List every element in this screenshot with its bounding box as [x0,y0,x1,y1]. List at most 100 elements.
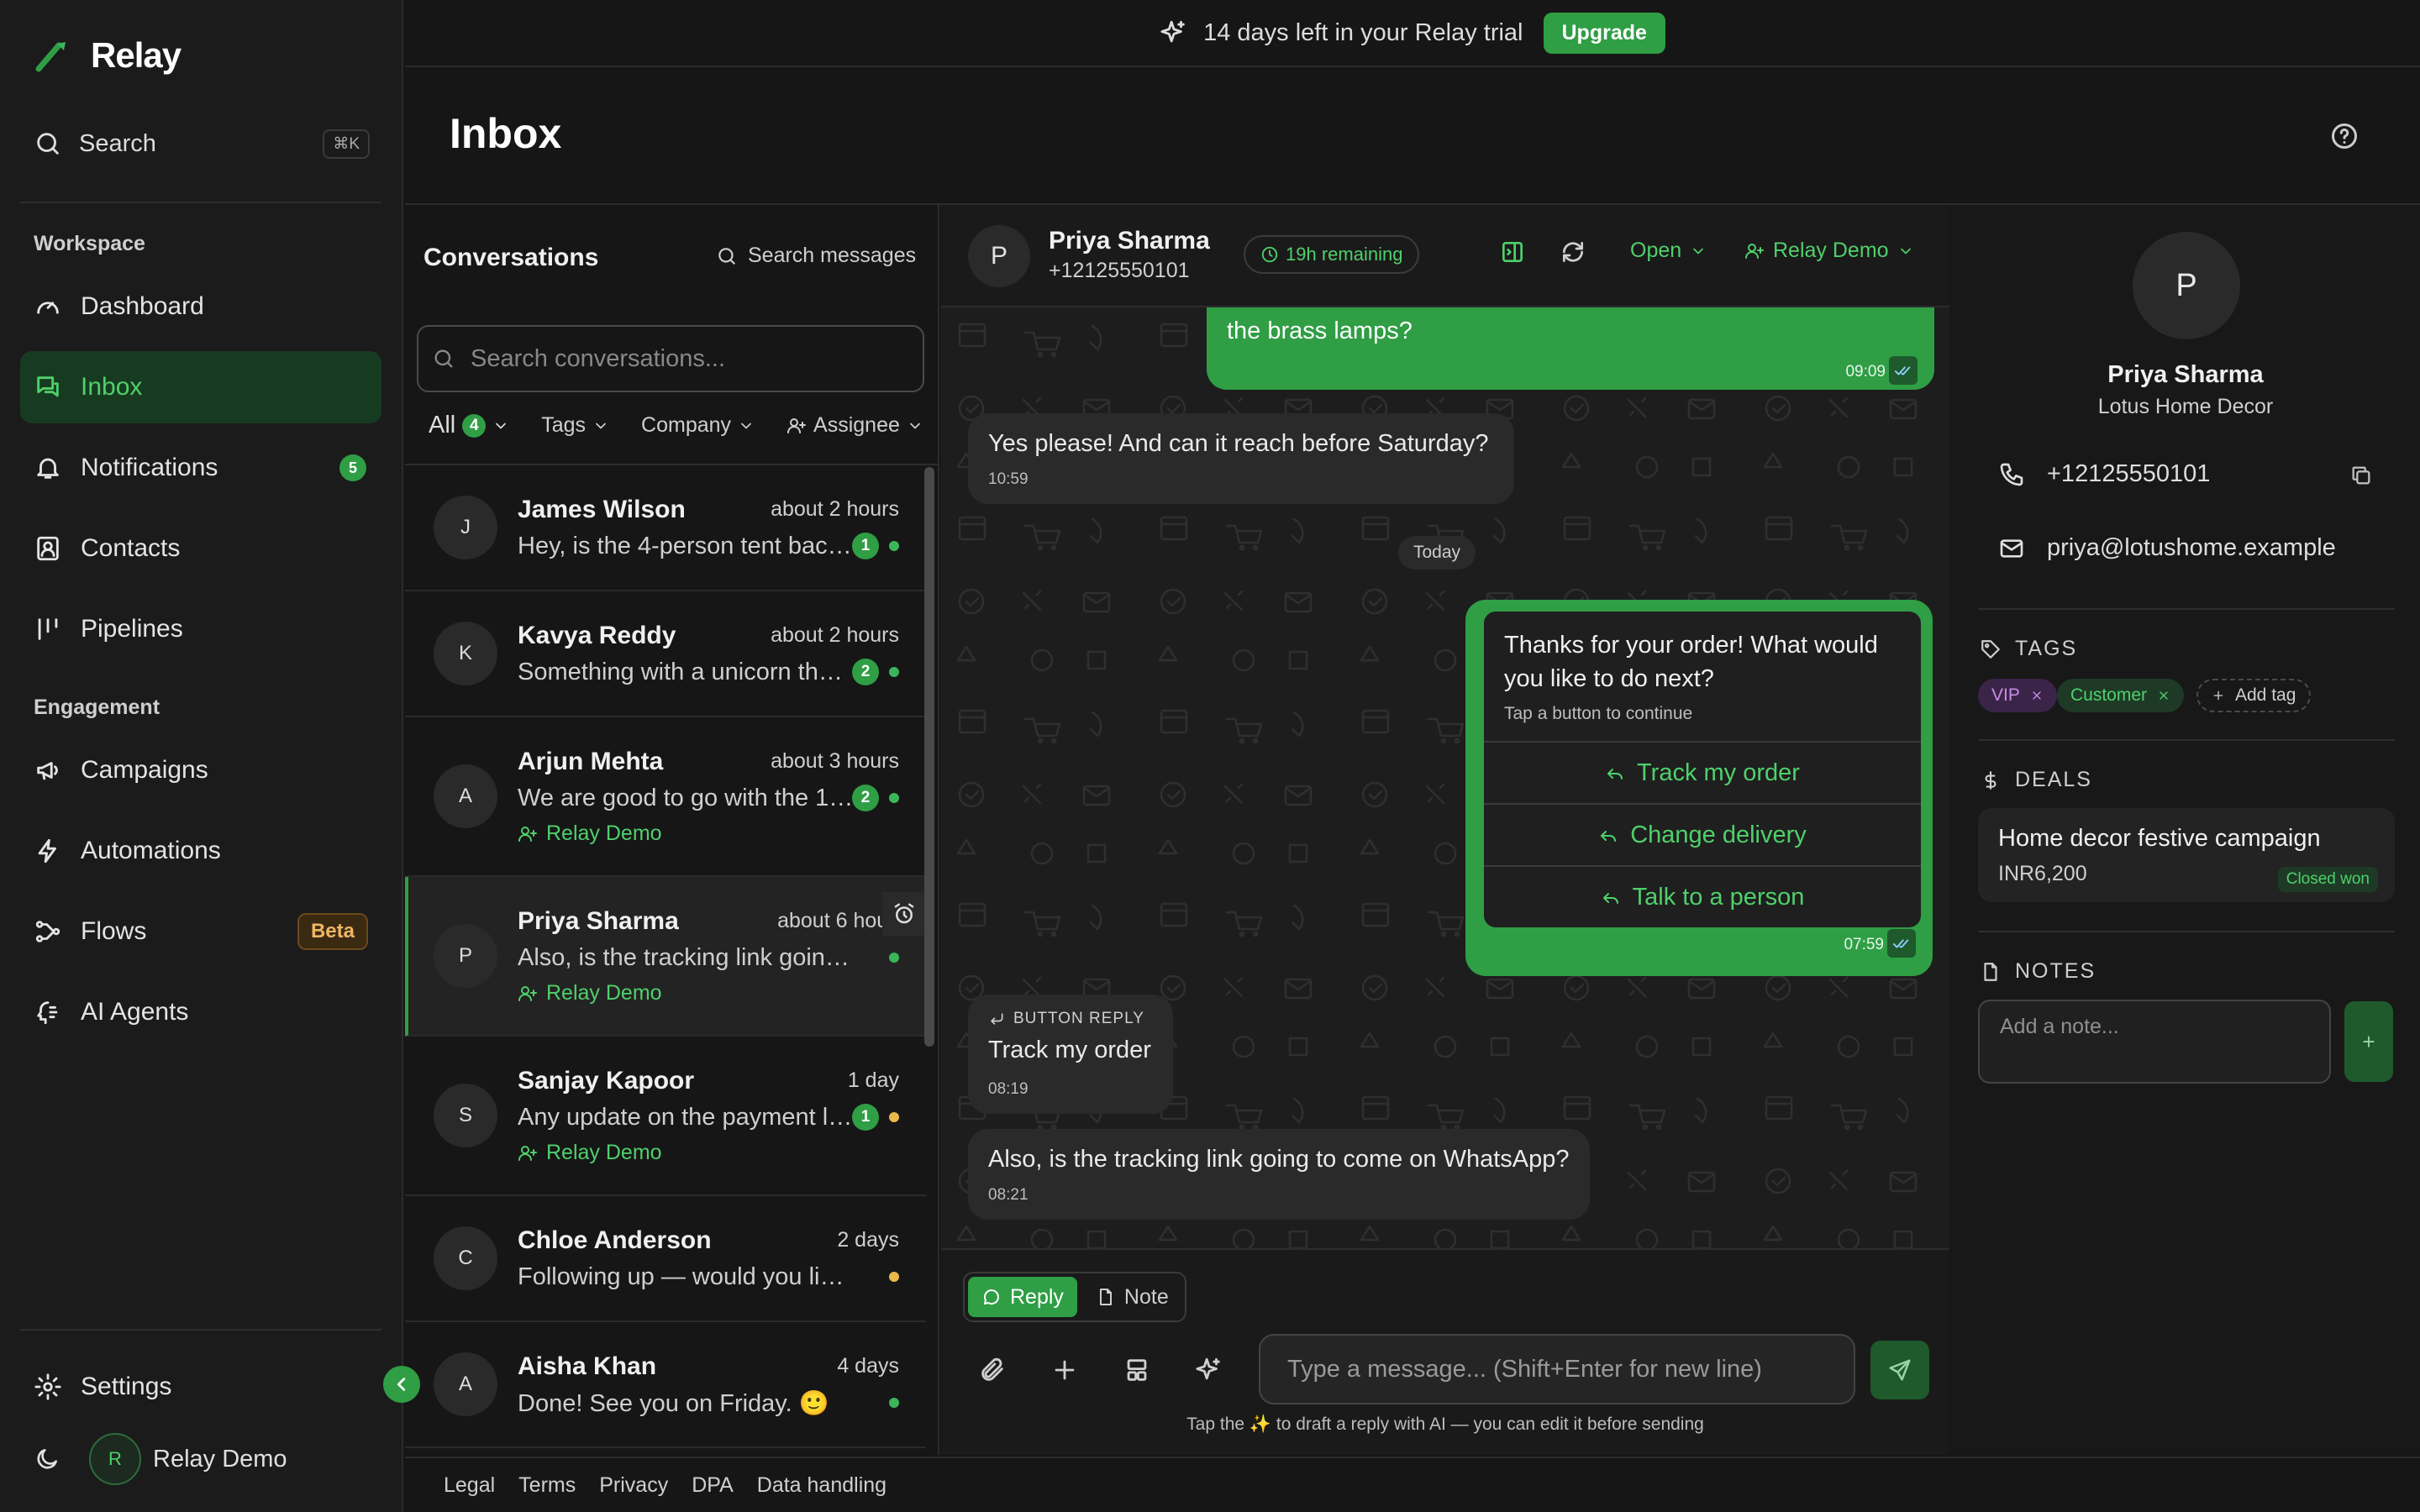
refresh-button[interactable] [1560,239,1586,265]
message-outgoing[interactable]: the brass lamps? 09:09 [1207,307,1934,390]
footer-link-data-handling[interactable]: Data handling [757,1473,886,1498]
day-divider: Today [1398,536,1476,570]
upgrade-button[interactable]: Upgrade [1543,12,1665,54]
attach-button[interactable] [978,1356,1007,1384]
sidebar-search[interactable]: Search ⌘K [34,124,370,163]
add-note-button[interactable]: + [2344,1001,2393,1082]
add-button[interactable] [1050,1356,1079,1384]
footer-link-terms[interactable]: Terms [518,1473,576,1498]
template-button[interactable] [1123,1356,1151,1384]
tab-reply[interactable]: Reply [968,1277,1077,1317]
card-button-label: Change delivery [1630,821,1807,848]
toggle-panel-button[interactable] [1499,239,1526,265]
avatar: A [434,1352,497,1416]
send-button[interactable] [1870,1341,1929,1399]
conversation-item[interactable]: C Chloe Anderson 2 days Following up — w… [405,1196,926,1322]
ai-brain-icon [34,998,62,1026]
message-incoming[interactable]: Yes please! And can it reach before Satu… [968,413,1514,504]
message-time: 09:09 [1845,363,1886,381]
tag-label: Customer [2070,685,2148,705]
user-plus-icon [786,416,807,436]
filter-assignee[interactable]: Assignee [786,413,923,438]
sidebar-item-inbox[interactable]: Inbox [20,351,381,423]
status-dropdown[interactable]: Open [1630,239,1707,263]
tab-reply-label: Reply [1010,1284,1064,1309]
trial-text: 14 days left in your Relay trial [1203,18,1523,46]
sidebar-item-settings[interactable]: Settings [20,1351,381,1423]
conversation-preview: Also, is the tracking link going to come… [518,944,862,971]
track-order-button[interactable]: Track my order [1484,741,1921,803]
conversation-item[interactable]: K Kavya Reddy about 2 hours Something wi… [405,591,926,717]
snooze-button[interactable] [882,892,926,936]
moon-icon[interactable] [34,1446,60,1473]
panel-divider [1978,739,2395,741]
contact-email-row: priya@lotushome.example [1998,534,2336,562]
chevron-down-icon [1690,243,1707,260]
sidebar-item-campaigns[interactable]: Campaigns [20,734,381,806]
message-button-reply[interactable]: BUTTON REPLY Track my order 08:19 [968,995,1173,1114]
conversation-search-input[interactable]: Search conversations... [417,325,924,392]
message-input[interactable]: Type a message... (Shift+Enter for new l… [1259,1334,1855,1404]
user-menu[interactable]: R Relay Demo [34,1433,287,1485]
deal-card[interactable]: Home decor festive campaign INR6,200 Clo… [1978,808,2395,902]
composer-mode-tabs: Reply Note [963,1272,1186,1322]
message-thread[interactable]: the brass lamps? 09:09 Yes please! And c… [941,307,1949,1248]
add-tag-button[interactable]: Add tag [2196,679,2312,712]
chat-panel: P Priya Sharma +12125550101 19h remainin… [941,205,1949,1455]
chat-contact-phone: +12125550101 [1049,259,1190,282]
talk-to-person-button[interactable]: Talk to a person [1484,865,1921,927]
sidebar-item-label: Inbox [81,373,143,401]
file-icon [1096,1287,1116,1307]
composer: Reply Note Type a message... (Shift+Ente… [941,1248,1949,1455]
engagement-label: Engagement [34,696,160,719]
search-messages-link[interactable]: Search messages [716,244,916,268]
chevron-down-icon [907,417,923,434]
message-time: 08:19 [988,1080,1028,1098]
sidebar-item-pipelines[interactable]: Pipelines [20,593,381,665]
conversation-item-selected[interactable]: P Priya Sharma about 6 hours Also, is th… [405,877,926,1037]
close-icon[interactable] [2157,689,2170,702]
sidebar-item-automations[interactable]: Automations [20,815,381,887]
megaphone-icon [34,756,62,785]
help-icon[interactable] [2329,121,2360,151]
filter-tags[interactable]: Tags [541,413,609,438]
conversation-time: about 3 hours [771,749,899,773]
filter-all[interactable]: All 4 [429,412,509,439]
message-incoming[interactable]: Also, is the tracking link going to come… [968,1129,1590,1220]
sidebar-item-dashboard[interactable]: Dashboard [20,270,381,343]
filter-assignee-label: Assignee [813,413,900,437]
assignee-dropdown[interactable]: Relay Demo [1744,239,1914,263]
deal-title: Home decor festive campaign [1998,825,2321,852]
conversation-item[interactable]: A Aisha Khan 4 days Done! See you on Fri… [405,1322,926,1448]
sidebar-item-ai-agents[interactable]: AI Agents [20,976,381,1048]
close-icon[interactable] [2030,689,2044,702]
change-delivery-button[interactable]: Change delivery [1484,803,1921,865]
footer-link-dpa[interactable]: DPA [692,1473,734,1498]
chevron-down-icon [1897,243,1914,260]
search-icon [34,129,62,158]
tag-vip: VIP [1978,679,2057,712]
deal-value: INR6,200 [1998,862,2087,885]
card-title: Thanks for your order! What would you li… [1504,632,1878,692]
note-input[interactable]: Add a note... [1978,1000,2331,1084]
filter-company[interactable]: Company [641,413,755,438]
message-text: Yes please! And can it reach before Satu… [988,430,1489,457]
conversation-preview: Hey, is the 4-person tent back in stock? [518,533,854,559]
user-plus-icon [518,984,538,1004]
sidebar-item-contacts[interactable]: Contacts [20,512,381,585]
tab-note[interactable]: Note [1082,1277,1182,1317]
conversation-list-scrollbar[interactable] [924,467,934,1047]
conversation-item[interactable]: A Arjun Mehta about 3 hours We are good … [405,717,926,877]
copy-phone-button[interactable] [2349,464,2373,487]
conversation-item[interactable]: J James Wilson about 2 hours Hey, is the… [405,465,926,591]
tag-customer: Customer [2057,679,2185,712]
sidebar-item-notifications[interactable]: Notifications 5 [20,432,381,504]
contact-phone: +12125550101 [2047,460,2211,487]
footer-link-legal[interactable]: Legal [444,1473,495,1498]
conversation-item[interactable]: S Sanjay Kapoor 1 day Any update on the … [405,1037,926,1196]
app-logo[interactable]: Relay [34,35,182,76]
footer-link-privacy[interactable]: Privacy [599,1473,668,1498]
status-dot [889,667,899,677]
ai-draft-button[interactable] [1195,1356,1223,1384]
sidebar-item-flows[interactable]: Flows Beta [20,895,381,968]
